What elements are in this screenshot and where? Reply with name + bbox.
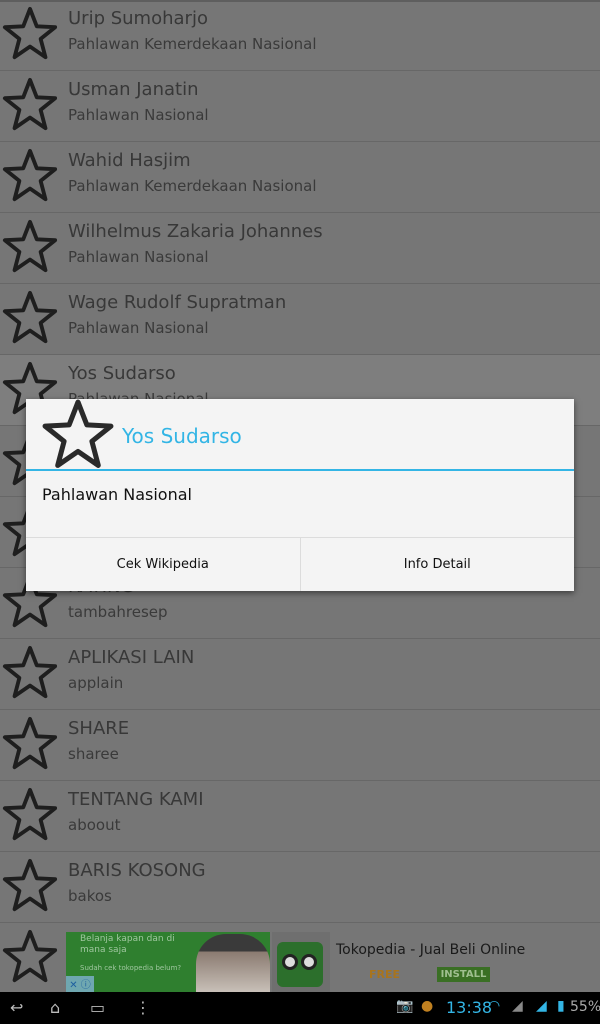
ad-model-image — [196, 934, 270, 992]
star-icon — [2, 716, 58, 770]
ad-app-title: Tokopedia - Jual Beli Online — [336, 942, 526, 958]
dialog-header: Yos Sudarso — [26, 399, 574, 471]
star-icon — [2, 787, 58, 841]
list-item-title: Urip Sumoharjo — [68, 8, 208, 29]
signal-off-icon: ◢ — [512, 998, 523, 1014]
list-item-title: Wilhelmus Zakaria Johannes — [68, 221, 323, 242]
list-item[interactable]: SHARE sharee — [0, 710, 600, 781]
list-item-subtitle: Pahlawan Nasional — [68, 248, 209, 266]
ad-install-button[interactable]: INSTALL — [437, 967, 490, 982]
star-icon — [2, 148, 58, 202]
list-item-title: Wage Rudolf Supratman — [68, 292, 287, 313]
star-icon — [2, 6, 58, 60]
recent-apps-icon[interactable]: ▭ — [90, 998, 105, 1017]
list-item-subtitle: bakos — [68, 887, 112, 905]
battery-icon: ▮ — [557, 998, 565, 1014]
list-item-subtitle: applain — [68, 674, 124, 692]
ad-banner[interactable]: Belanja kapan dan di mana saja Sudah cek… — [66, 932, 600, 992]
clock: 13:38 — [446, 998, 493, 1017]
star-icon — [2, 290, 58, 344]
list-item-subtitle: sharee — [68, 745, 119, 763]
cek-wikipedia-button[interactable]: Cek Wikipedia — [26, 538, 300, 591]
hero-dialog: Yos Sudarso Pahlawan Nasional Cek Wikipe… — [26, 399, 574, 591]
home-icon[interactable]: ⌂ — [50, 998, 60, 1017]
list-item-title: APLIKASI LAIN — [68, 647, 195, 668]
list-item-title: Wahid Hasjim — [68, 150, 191, 171]
list-item-title: TENTANG KAMI — [68, 789, 204, 810]
star-icon — [2, 858, 58, 912]
star-icon — [2, 645, 58, 699]
list-item[interactable]: Wage Rudolf Supratman Pahlawan Nasional — [0, 284, 600, 355]
list-item-subtitle: Pahlawan Nasional — [68, 106, 209, 124]
list-item-subtitle: tambahresep — [68, 603, 168, 621]
back-icon[interactable]: ↩ — [10, 998, 23, 1017]
ad-price: FREE — [369, 968, 401, 981]
list-item[interactable]: Wahid Hasjim Pahlawan Kemerdekaan Nasiona… — [0, 142, 600, 213]
list-item-title: Usman Janatin — [68, 79, 199, 100]
list-item-title: BARIS KOSONG — [68, 860, 206, 881]
dialog-title: Yos Sudarso — [122, 424, 242, 448]
info-detail-button[interactable]: Info Detail — [299, 538, 575, 591]
list-item[interactable]: Urip Sumoharjo Pahlawan Kemerdekaan Nasio… — [0, 2, 600, 71]
system-bar: ↩ ⌂ ▭ ⋮ 📷 ● 13:38 ◠ ◢ ◢ ▮ 55% — [0, 992, 600, 1024]
menu-icon[interactable]: ⋮ — [135, 998, 151, 1017]
battery-level: 55% — [570, 999, 600, 1015]
ad-image[interactable]: Belanja kapan dan di mana saja Sudah cek… — [66, 932, 270, 992]
list-item-subtitle: Pahlawan Kemerdekaan Nasional — [68, 177, 317, 195]
list-item-title: SHARE — [68, 718, 130, 739]
wifi-icon: ◠ — [488, 998, 501, 1014]
list-item-title: Yos Sudarso — [68, 363, 176, 384]
ad-image-text: Belanja kapan dan di mana saja — [80, 934, 175, 955]
star-icon — [2, 929, 58, 983]
list-item[interactable]: TENTANG KAMI aboout — [0, 781, 600, 852]
camera-icon: 📷 — [396, 998, 414, 1014]
list-item[interactable]: Wilhelmus Zakaria Johannes Pahlawan Nasio… — [0, 213, 600, 284]
ad-close-icon[interactable]: ✕ ⓘ — [66, 976, 94, 992]
app-notification-icon: ● — [421, 998, 434, 1014]
list-item[interactable]: BARIS KOSONG bakos — [0, 852, 600, 923]
dialog-message: Pahlawan Nasional — [42, 485, 192, 504]
ad-image-subtext: Sudah cek tokopedia belum? — [80, 964, 182, 972]
star-icon — [2, 219, 58, 273]
list-item[interactable]: APLIKASI LAIN applain — [0, 639, 600, 710]
list-item-subtitle: Pahlawan Nasional — [68, 319, 209, 337]
list-item-subtitle: Pahlawan Kemerdekaan Nasional — [68, 35, 317, 53]
star-icon — [42, 399, 114, 468]
signal-icon: ◢ — [536, 998, 547, 1014]
list-item-subtitle: aboout — [68, 816, 121, 834]
star-icon — [2, 77, 58, 131]
list-item[interactable]: Usman Janatin Pahlawan Nasional — [0, 71, 600, 142]
tokopedia-logo-icon — [272, 932, 330, 992]
